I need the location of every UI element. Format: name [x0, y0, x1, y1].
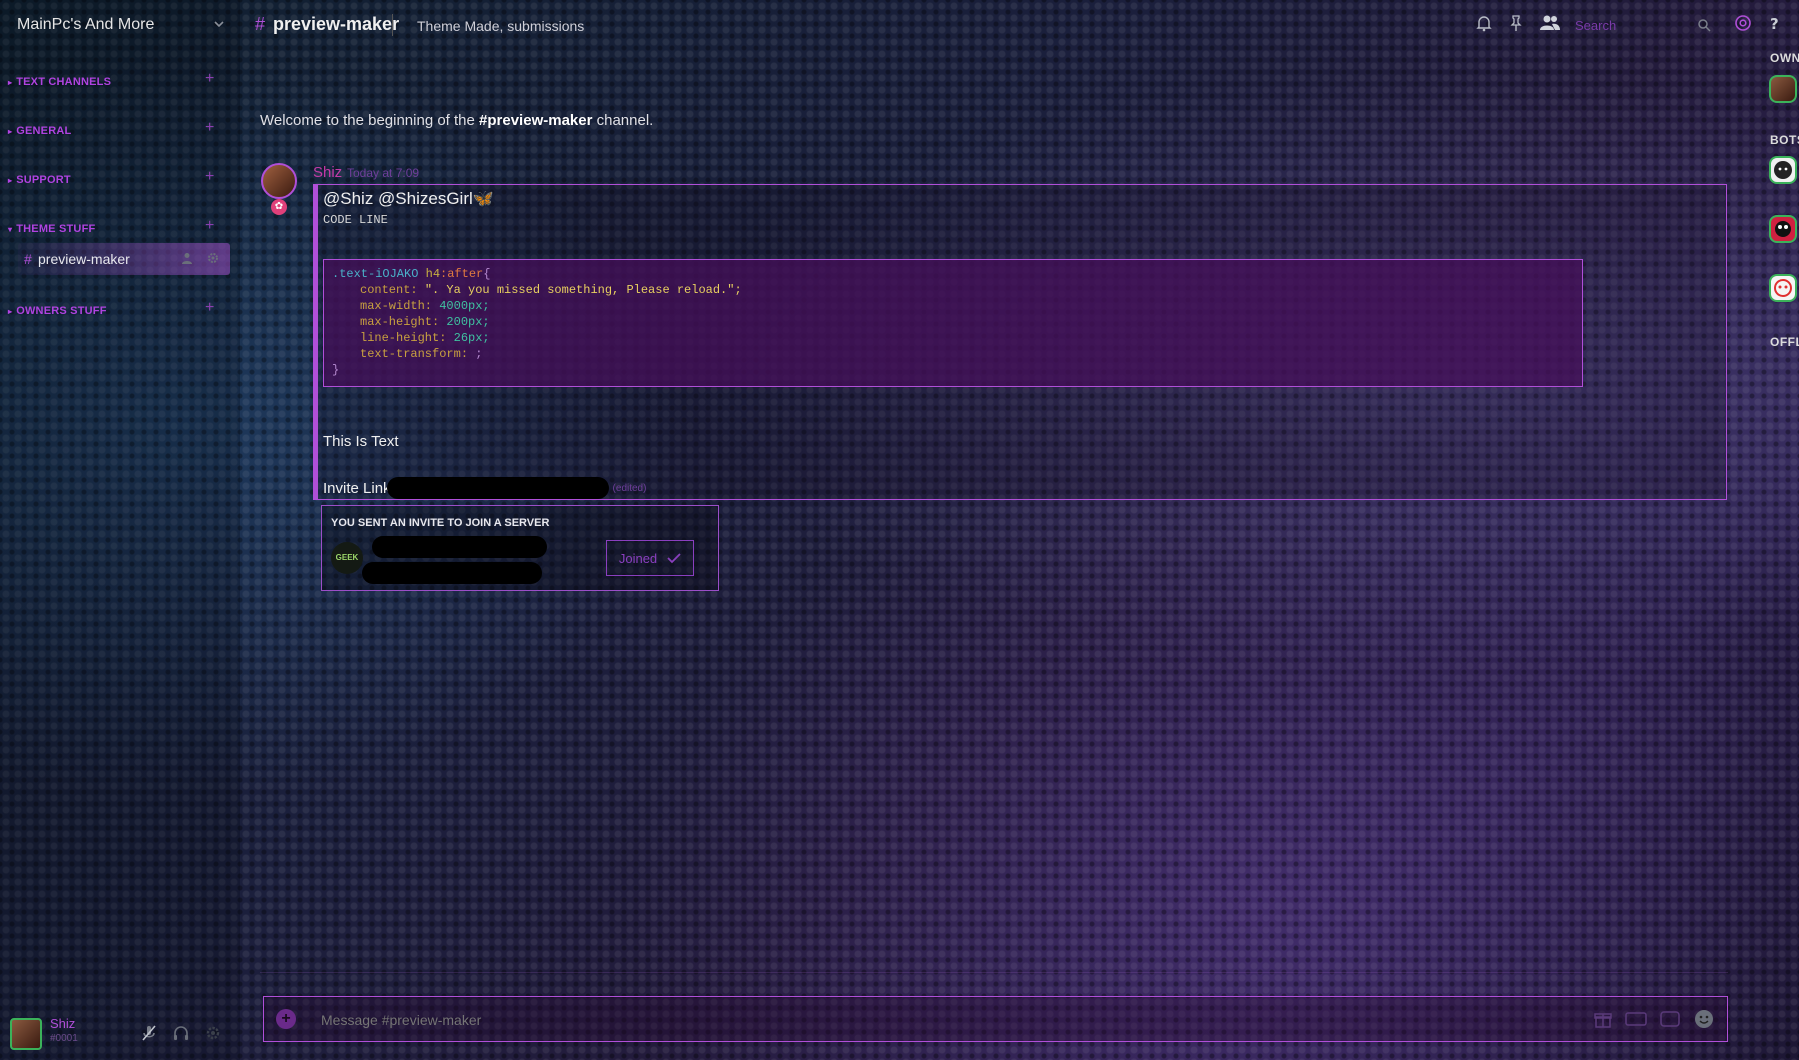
invite-link-row: Invite Link (edited) [323, 477, 646, 499]
caret-icon: ▸ [8, 77, 13, 87]
avatar[interactable] [261, 163, 297, 199]
chevron-down-icon [214, 21, 224, 28]
member-category-offline: OFFLINE [1770, 335, 1799, 349]
inline-code: CODE LINE [323, 213, 388, 227]
bot-face-icon [1775, 221, 1791, 237]
caret-icon: ▸ [8, 126, 13, 136]
caret-icon: ▸ [8, 306, 13, 316]
github-bot-icon [1774, 161, 1792, 179]
help-icon[interactable]: ? [1766, 14, 1784, 32]
edited-label: (edited) [612, 482, 647, 494]
category-owners-stuff[interactable]: ▸ OWNERS STUFF [8, 305, 107, 317]
code-block: .text-iOJAKO h4:after{ content: ". Ya yo… [323, 259, 1583, 387]
hash-icon: # [24, 251, 32, 267]
add-channel-icon[interactable]: + [205, 70, 214, 88]
search-icon [1698, 19, 1711, 32]
channel-header: # preview-maker Theme Made, submissions … [240, 0, 1799, 50]
server-header[interactable]: MainPc's And More [0, 0, 240, 50]
message-mentions: @Shiz @ShizesGirl🦋 [323, 189, 494, 208]
pin-icon[interactable] [1507, 14, 1525, 32]
invite-embed: YOU SENT AN INVITE TO JOIN A SERVER GEEK… [321, 505, 719, 591]
channel-welcome: Welcome to the beginning of the #preview… [260, 112, 654, 129]
member-avatar[interactable] [1769, 156, 1797, 184]
server-icon: GEEK [331, 542, 363, 574]
message-input[interactable] [319, 1011, 1423, 1029]
gif-icon[interactable] [1625, 1009, 1647, 1029]
server-name: MainPc's And More [17, 16, 155, 33]
channel-item-preview-maker[interactable]: # preview-maker [18, 243, 230, 275]
invite-title: YOU SENT AN INVITE TO JOIN A SERVER [331, 517, 550, 529]
category-theme-stuff[interactable]: ▾ THEME STUFF [8, 223, 95, 235]
add-channel-icon[interactable]: + [205, 119, 214, 137]
message-content: @Shiz @ShizesGirl🦋 CODE LINE .text-iOJAK… [313, 184, 1727, 500]
redacted-server-info [362, 562, 542, 584]
gift-icon[interactable] [1593, 1009, 1613, 1029]
mention-icon[interactable] [1734, 14, 1752, 32]
joined-button[interactable]: Joined [606, 540, 694, 576]
redacted-link[interactable] [386, 477, 609, 499]
category-support[interactable]: ▸ SUPPORT [8, 174, 71, 186]
header-divider [392, 14, 393, 36]
butterfly-emoji: 🦋 [472, 189, 494, 208]
settings-icon[interactable] [204, 1024, 222, 1042]
category-general[interactable]: ▸ GENERAL [8, 125, 71, 137]
check-icon [667, 553, 681, 564]
message-composer: + [263, 996, 1728, 1042]
message-timestamp: Today at 7:09 [347, 166, 420, 180]
search-bar[interactable]: Search [1567, 12, 1717, 38]
emoji-icon[interactable] [1693, 1008, 1715, 1030]
invite-icon[interactable] [180, 251, 194, 265]
members-icon[interactable] [1539, 14, 1561, 32]
badge-icon: ✿ [271, 199, 287, 215]
welcome-channel: #preview-maker [479, 112, 593, 129]
avatar[interactable] [10, 1018, 42, 1050]
svg-text:?: ? [1770, 15, 1779, 32]
message-author[interactable]: Shiz [313, 164, 342, 181]
category-text-channels[interactable]: ▸ TEXT CHANNELS [8, 76, 111, 88]
redacted-server-name [372, 536, 547, 558]
caret-icon: ▸ [8, 175, 13, 185]
channel-name: preview-maker [38, 251, 130, 267]
member-category-owner: OWNER [1770, 51, 1799, 65]
user-name: Shiz [50, 1016, 76, 1031]
message-text: This Is Text [323, 433, 399, 450]
user-tag: #0001 [50, 1033, 78, 1044]
channel-sidebar: MainPc's And More ▸ TEXT CHANNELS + ▸ GENE… [0, 0, 240, 1060]
member-avatar[interactable] [1769, 75, 1797, 103]
mic-muted-icon[interactable] [140, 1024, 158, 1042]
sticker-icon[interactable] [1659, 1009, 1681, 1029]
composer-divider [260, 972, 1728, 973]
bot-face-icon [1774, 279, 1792, 297]
member-avatar[interactable] [1769, 274, 1797, 302]
search-placeholder: Search [1575, 17, 1617, 33]
bell-icon[interactable] [1475, 14, 1493, 32]
user-panel: Shiz #0001 [0, 1008, 240, 1060]
member-category-bots: BOTS [1770, 133, 1799, 147]
upload-plus-icon[interactable]: + [276, 1009, 296, 1029]
hash-icon: # [255, 14, 266, 34]
channel-topic[interactable]: Theme Made, submissions [417, 18, 584, 34]
channel-title: preview-maker [273, 14, 400, 34]
gear-icon[interactable] [206, 251, 220, 265]
caret-icon: ▾ [8, 224, 13, 234]
headphones-icon[interactable] [172, 1024, 190, 1042]
add-channel-icon[interactable]: + [205, 299, 214, 317]
add-channel-icon[interactable]: + [205, 168, 214, 186]
member-avatar[interactable] [1769, 215, 1797, 243]
add-channel-icon[interactable]: + [205, 217, 214, 235]
member-list: OWNER BOTS OFFLINE [1765, 50, 1799, 1060]
